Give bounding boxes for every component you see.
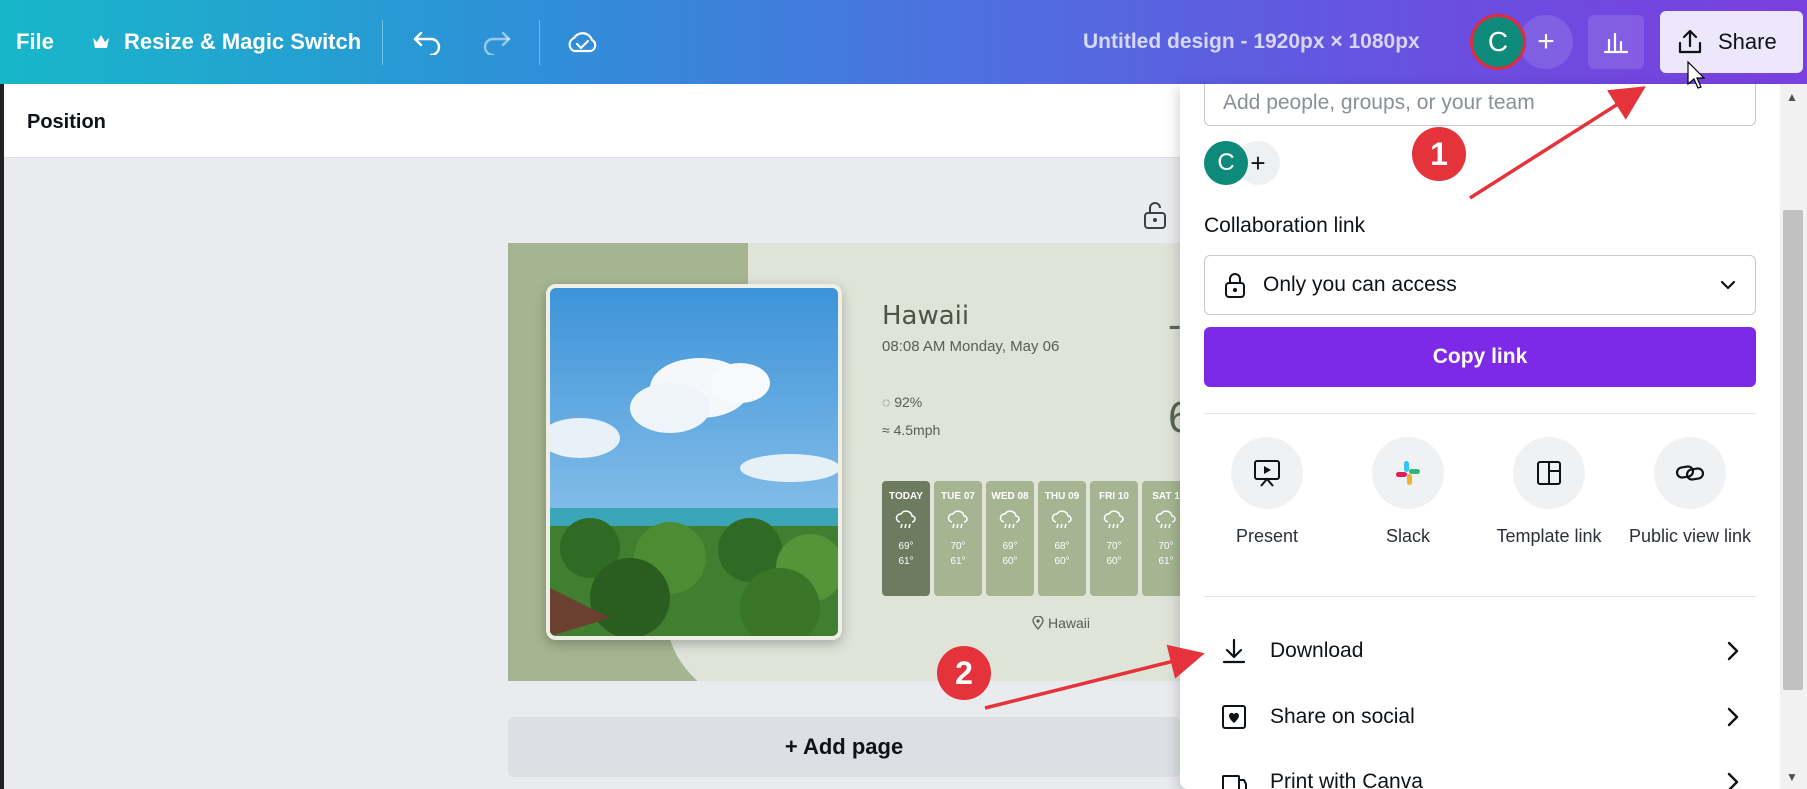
insights-button[interactable] (1588, 15, 1644, 69)
redo-icon[interactable] (477, 22, 517, 62)
scroll-up-arrow-icon[interactable]: ▲ (1786, 90, 1798, 104)
slack-icon (1372, 437, 1444, 509)
position-button[interactable]: Position (27, 111, 106, 134)
member-avatar[interactable]: C (1204, 141, 1248, 185)
heart-icon (1222, 705, 1246, 729)
access-level-value: Only you can access (1263, 273, 1457, 296)
add-page-button[interactable]: + Add page (508, 717, 1180, 777)
crown-icon (86, 22, 116, 62)
panel-divider (1204, 413, 1756, 414)
wind-icon: ≈ (882, 422, 890, 438)
share-panel: Add people, groups, or your team + C Col… (1180, 84, 1780, 789)
print-with-canva-row[interactable]: Print with Canva (1204, 754, 1756, 789)
resize-magic-switch-button[interactable]: Resize & Magic Switch (124, 29, 361, 55)
design-page[interactable]: - Hawaii 08:08 AM Monday, May 06 ◌ 92% ≈… (508, 243, 1180, 681)
lock-icon (1225, 273, 1245, 298)
share-button-label: Share (1718, 29, 1777, 54)
droplet-icon: ◌ (882, 394, 891, 410)
add-people-input[interactable]: Add people, groups, or your team (1204, 84, 1756, 126)
chevron-right-icon (1727, 707, 1739, 727)
forecast-day: TUE 07 70° 61° (934, 481, 982, 596)
location-pin-icon (1032, 616, 1044, 630)
city-name: Hawaii (882, 301, 970, 331)
collaboration-link-heading: Collaboration link (1204, 214, 1366, 237)
side-panel-edge (0, 84, 4, 789)
beach-photo[interactable] (546, 284, 842, 640)
rain-cloud-icon (1090, 510, 1138, 535)
download-row[interactable]: Download (1204, 623, 1756, 679)
share-on-social-row[interactable]: Share on social (1204, 689, 1756, 745)
unlock-icon[interactable] (1142, 200, 1168, 235)
cloud-saved-icon[interactable] (562, 22, 602, 62)
panel-divider (1204, 596, 1756, 597)
present-option[interactable]: Present (1202, 437, 1332, 547)
rain-cloud-icon (986, 510, 1034, 535)
bar-chart-icon (1603, 32, 1629, 54)
editor-top-bar: File Resize & Magic Switch Untitled desi… (0, 0, 1807, 84)
toolbar-divider (382, 20, 383, 65)
panel-scrollbar-thumb[interactable] (1783, 210, 1803, 690)
forecast-day: FRI 10 70° 60° (1090, 481, 1138, 596)
annotation-badge-2: 2 (937, 646, 991, 700)
date-time: 08:08 AM Monday, May 06 (882, 338, 1060, 355)
chevron-down-icon (1720, 280, 1736, 290)
user-avatar[interactable]: C (1470, 14, 1526, 70)
print-with-canva-label: Print with Canva (1270, 770, 1423, 789)
print-truck-icon (1222, 775, 1247, 789)
template-icon (1513, 437, 1585, 509)
chevron-right-icon (1727, 641, 1739, 661)
slack-option[interactable]: Slack (1343, 437, 1473, 547)
rain-cloud-icon (882, 510, 930, 535)
share-on-social-label: Share on social (1270, 705, 1415, 728)
forecast-day: THU 09 68° 60° (1038, 481, 1086, 596)
undo-icon[interactable] (407, 22, 447, 62)
big-temperature: 6 (1168, 393, 1180, 443)
public-view-link-option[interactable]: Public view link (1625, 437, 1755, 547)
link-icon (1654, 437, 1726, 509)
share-upload-icon (1678, 29, 1702, 54)
scroll-down-arrow-icon[interactable]: ▼ (1786, 770, 1798, 784)
location-label: Hawaii (1032, 615, 1090, 631)
humidity-stat: ◌ 92% (882, 394, 923, 410)
rain-cloud-icon (1142, 510, 1180, 535)
annotation-badge-1: 1 (1412, 127, 1466, 181)
copy-link-button[interactable]: Copy link (1204, 327, 1756, 387)
download-label: Download (1270, 639, 1364, 662)
share-button[interactable]: Share (1660, 11, 1803, 73)
rain-cloud-icon (1038, 510, 1086, 535)
download-icon (1222, 638, 1246, 664)
chevron-right-icon (1727, 772, 1739, 789)
wind-stat: ≈ 4.5mph (882, 422, 941, 438)
rain-cloud-icon (934, 510, 982, 535)
forecast-day: SAT 1 70° 61° (1142, 481, 1180, 596)
big-temp-mark: - (1168, 303, 1180, 347)
toolbar-divider (539, 20, 540, 65)
access-level-dropdown[interactable]: Only you can access (1204, 255, 1756, 315)
forecast-day: TODAY 69° 61° (882, 481, 930, 596)
file-menu[interactable]: File (16, 29, 54, 55)
add-collaborator-button[interactable]: + (1519, 15, 1573, 69)
template-link-option[interactable]: Template link (1484, 437, 1614, 547)
context-toolbar: Position (0, 84, 1180, 158)
forecast-day: WED 08 69° 60° (986, 481, 1034, 596)
document-title[interactable]: Untitled design - 1920px × 1080px (1083, 30, 1420, 54)
present-icon (1231, 437, 1303, 509)
